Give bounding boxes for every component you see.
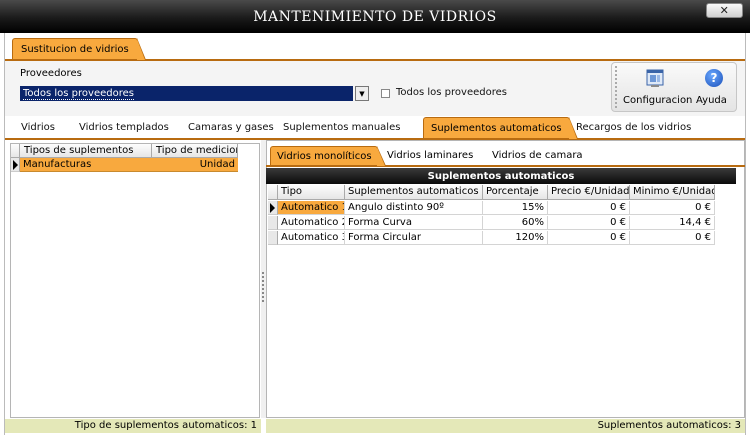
tab-camaras-gases[interactable]: Camaras y gases [188, 122, 274, 133]
row-indicator [11, 158, 20, 172]
window-title: MANTENIMIENTO DE VIDRIOS [253, 8, 497, 25]
tab-sustitucion-vidrios[interactable]: Sustitucion de vidrios [12, 38, 146, 60]
status-left: Tipo de suplementos automaticos: 1 [5, 419, 261, 433]
column-header-suplementos[interactable]: Suplementos automaticos [345, 185, 483, 200]
inner-tab-underline [266, 165, 745, 167]
tab-suplementos-manuales[interactable]: Suplementos manuales [283, 122, 400, 133]
column-header-porcentaje[interactable]: Porcentaje [483, 185, 548, 200]
config-button-label[interactable]: Configuracion [623, 95, 692, 106]
help-glyph: ? [710, 71, 718, 85]
cell-precio[interactable]: 0 € [548, 201, 630, 215]
todos-proveedores-checkbox[interactable] [381, 89, 390, 98]
cell-porcentaje[interactable]: 120% [483, 231, 548, 245]
table-row-medicion[interactable]: Unidad [152, 158, 238, 172]
splitter-grip[interactable] [262, 272, 264, 302]
config-icon[interactable] [645, 68, 665, 88]
cell-precio[interactable]: 0 € [548, 231, 630, 245]
table-row-tipo[interactable]: Manufacturas [20, 158, 152, 172]
proveedores-label: Proveedores [20, 68, 82, 79]
cell-suplemento[interactable]: Forma Circular [345, 231, 483, 245]
cell-suplemento[interactable]: Angulo distinto 90º [345, 201, 483, 215]
column-header-tipos[interactable]: Tipos de suplementos [20, 144, 152, 158]
tab-recargos-vidrios[interactable]: Recargos de los vidrios [576, 122, 691, 133]
tab-label: Sustitucion de vidrios [21, 44, 129, 55]
tab-vidrios-templados[interactable]: Vidrios templados [79, 122, 169, 133]
tab-label: Suplementos automaticos [431, 123, 562, 134]
status-right: Suplementos automaticos: 3 [266, 419, 745, 433]
todos-proveedores-label: Todos los proveedores [396, 87, 507, 98]
cell-precio[interactable]: 0 € [548, 216, 630, 230]
column-header-medicion[interactable]: Tipo de medicion [152, 144, 238, 158]
current-row-icon [13, 160, 18, 170]
tab-suplementos-automaticos[interactable]: Suplementos automaticos [423, 117, 578, 139]
column-header-tipo[interactable]: Tipo [278, 185, 345, 200]
tab-vidrios-camara[interactable]: Vidrios de camara [492, 150, 583, 161]
cell-porcentaje[interactable]: 15% [483, 201, 548, 215]
row-indicator [268, 201, 278, 215]
tab-vidrios-monoliticos[interactable]: Vidrios monolíticos [270, 146, 386, 166]
close-icon: ✕ [719, 4, 730, 17]
chevron-down-icon: ▼ [359, 89, 365, 98]
tab-vidrios-laminares[interactable]: Vidrios laminares [387, 150, 473, 161]
cell-minimo[interactable]: 0 € [630, 231, 715, 245]
row-indicator [268, 216, 278, 230]
column-header-minimo[interactable]: Minimo €/Unidad [630, 185, 715, 200]
proveedores-select[interactable]: Todos los proveedores [20, 86, 353, 101]
cell-tipo[interactable]: Automatico 2 [278, 216, 345, 230]
help-icon[interactable]: ? [705, 69, 723, 87]
row-indicator [268, 231, 278, 245]
window-title-bar: MANTENIMIENTO DE VIDRIOS ✕ [0, 0, 750, 33]
proveedores-dropdown-button[interactable]: ▼ [355, 86, 369, 101]
cell-minimo[interactable]: 14,4 € [630, 216, 715, 230]
cell-tipo[interactable]: Automatico 3 [278, 231, 345, 245]
proveedores-selected-value: Todos los proveedores [23, 88, 134, 100]
current-row-icon [270, 203, 275, 213]
column-header-precio[interactable]: Precio €/Unidad [548, 185, 630, 200]
tab-vidrios[interactable]: Vidrios [21, 122, 55, 133]
cell-porcentaje[interactable]: 60% [483, 216, 548, 230]
close-button[interactable]: ✕ [706, 3, 743, 18]
cell-tipo[interactable]: Automatico 1 [278, 201, 345, 215]
tab-label: Vidrios monolíticos [277, 151, 372, 162]
tipos-suplementos-grid [10, 143, 260, 418]
help-button-label[interactable]: Ayuda [696, 95, 727, 106]
grid-corner [11, 144, 20, 158]
toolbar-grip[interactable] [615, 66, 617, 108]
cell-minimo[interactable]: 0 € [630, 201, 715, 215]
grid-caption: Suplementos automaticos [266, 168, 736, 184]
grid-corner [268, 185, 278, 200]
cell-suplemento[interactable]: Forma Curva [345, 216, 483, 230]
